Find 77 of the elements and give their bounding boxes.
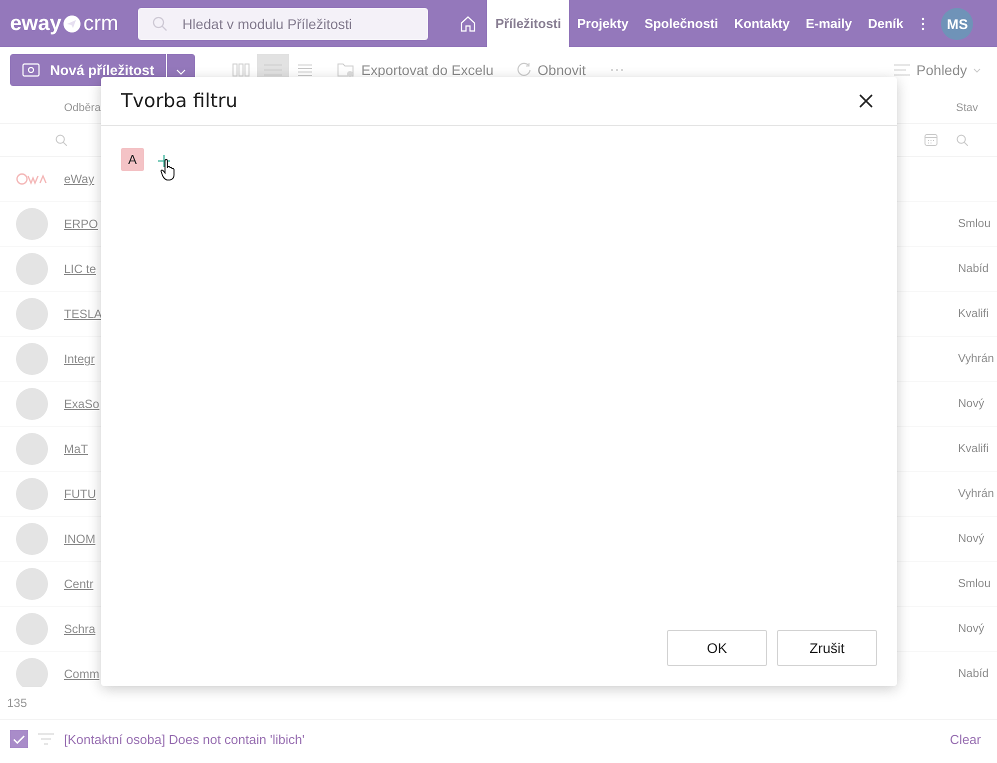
clear-button[interactable]: Clear xyxy=(944,730,987,748)
status-cell-text: Nový xyxy=(958,533,986,545)
columns-icon xyxy=(232,63,250,77)
nav-tab[interactable]: E-maily xyxy=(798,0,860,47)
refresh-button[interactable]: Obnovit xyxy=(510,62,592,78)
filter-group-badge[interactable]: A xyxy=(121,148,144,171)
company-logo-icon xyxy=(16,172,48,186)
status-cell-text: Nabíd xyxy=(958,263,990,275)
more-icon[interactable] xyxy=(921,16,926,30)
status-cell-text: Kvalifi xyxy=(958,308,990,320)
nav-tab[interactable]: Kontakty xyxy=(726,0,798,47)
avatar-photo-placeholder xyxy=(16,433,48,465)
avatar-photo-placeholder xyxy=(16,343,48,375)
avatar-photo-placeholder xyxy=(16,523,48,555)
lines-icon xyxy=(894,64,910,76)
avatar-photo-placeholder xyxy=(16,298,48,330)
more-icon[interactable] xyxy=(610,68,624,72)
caret-icon xyxy=(176,68,186,74)
export-button[interactable]: Exportovat do Excelu xyxy=(331,62,500,78)
user-avatar[interactable]: MS xyxy=(941,8,974,40)
opportunity-link[interactable]: TESLA xyxy=(64,307,102,321)
opportunity-link[interactable]: FUTU xyxy=(64,487,96,501)
views-menu-button[interactable]: Pohledy xyxy=(888,62,987,78)
nav-tab[interactable]: Deník xyxy=(860,0,912,47)
opportunity-link[interactable]: ERPO xyxy=(64,217,98,231)
filter-text[interactable]: [Kontaktní osoba] Does not contain 'libich' xyxy=(64,732,305,746)
home-icon[interactable] xyxy=(459,14,478,32)
avatar-photo-placeholder xyxy=(16,613,48,645)
filter-checkbox[interactable] xyxy=(10,730,28,748)
status-cell-text: Nový xyxy=(958,398,986,410)
opportunity-link[interactable]: eWay xyxy=(64,172,94,186)
dialog-button[interactable]: Zrušit xyxy=(777,630,877,666)
search-field[interactable]: Hledat v modulu Příležitosti xyxy=(138,8,428,40)
status-cell-text: Vyhrán xyxy=(958,488,996,500)
folder-icon xyxy=(337,62,356,78)
record-count: 135 xyxy=(0,687,997,720)
column-header[interactable]: Stav xyxy=(956,102,978,114)
opportunity-link[interactable]: LIC te xyxy=(64,262,96,276)
compact-list-icon xyxy=(298,64,312,76)
status-cell-text: Smlou xyxy=(958,218,992,230)
logo[interactable]: eway crm xyxy=(10,12,118,36)
opportunity-link[interactable]: MaT xyxy=(64,442,88,456)
column-header[interactable]: Odběra xyxy=(64,102,101,114)
opportunity-link[interactable]: INOM xyxy=(64,532,96,546)
opportunity-link[interactable]: Integr xyxy=(64,352,95,366)
filter-icon xyxy=(38,733,54,745)
avatar-photo-placeholder xyxy=(16,208,48,240)
status-cell-text: Nový xyxy=(958,623,986,635)
opportunity-link[interactable]: Centr xyxy=(64,577,94,591)
refresh-icon xyxy=(516,62,532,78)
avatar-photo-placeholder xyxy=(16,253,48,285)
opportunity-link[interactable]: Schra xyxy=(64,622,96,636)
dialog-title: Tvorba filtru xyxy=(121,90,238,112)
search-icon[interactable] xyxy=(956,134,969,146)
hand-cursor-icon xyxy=(160,159,176,181)
status-cell-text: Kvalifi xyxy=(958,443,990,455)
opportunity-link[interactable]: ExaSo xyxy=(64,397,100,411)
avatar-photo-placeholder xyxy=(16,658,48,687)
caret-icon xyxy=(973,68,981,72)
nav-tab[interactable]: Projekty xyxy=(569,0,636,47)
checkmark-icon xyxy=(13,734,25,744)
status-cell-text: Nabíd xyxy=(958,668,990,680)
opportunity-link[interactable]: Comm xyxy=(64,667,100,681)
avatar-photo-placeholder xyxy=(16,478,48,510)
plane-icon xyxy=(63,14,82,32)
avatar-photo-placeholder xyxy=(16,568,48,600)
status-cell-text: Vyhrán xyxy=(958,353,996,365)
add-icon[interactable] xyxy=(158,155,170,167)
nav-tab[interactable]: Příležitosti xyxy=(487,0,570,47)
nav-tab[interactable]: Společnosti xyxy=(636,0,726,47)
calendar-icon[interactable] xyxy=(924,133,938,147)
avatar-photo-placeholder xyxy=(16,388,48,420)
list-icon xyxy=(264,64,282,76)
search-icon[interactable] xyxy=(55,134,68,146)
status-cell-text: Smlou xyxy=(958,578,992,590)
dialog-button[interactable]: OK xyxy=(667,630,767,666)
money-icon xyxy=(22,63,40,77)
